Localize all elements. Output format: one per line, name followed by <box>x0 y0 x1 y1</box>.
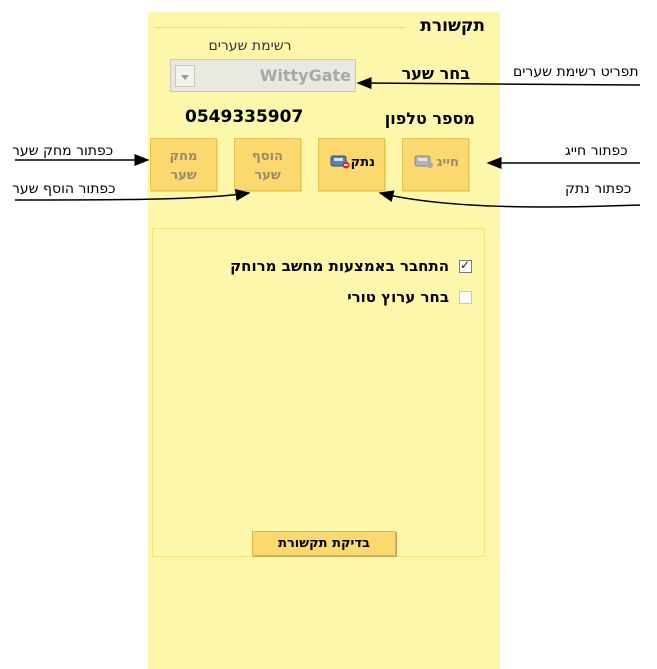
arrow-to-gateway-combo <box>356 77 641 90</box>
annotation-arrows <box>14 77 641 208</box>
arrow-to-hangup <box>378 190 641 208</box>
arrow-to-add-gateway <box>14 188 251 201</box>
